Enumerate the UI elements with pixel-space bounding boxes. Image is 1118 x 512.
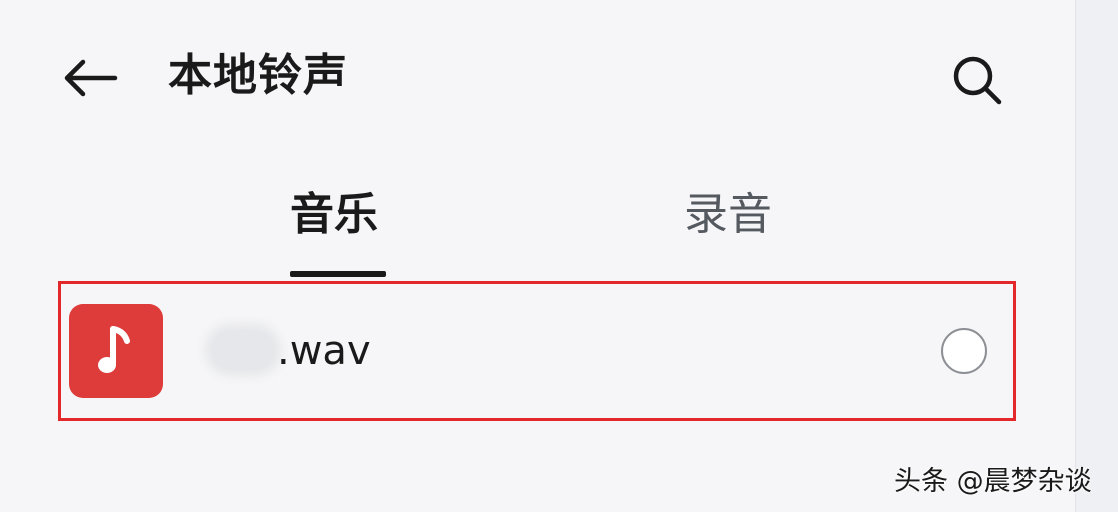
ringtone-file-icon <box>69 304 163 398</box>
back-button[interactable] <box>58 52 122 104</box>
tab-music[interactable]: 音乐 <box>290 186 378 244</box>
ringtone-list-item[interactable]: .wav <box>58 281 1016 421</box>
tab-recording[interactable]: 录音 <box>684 186 772 244</box>
file-extension: .wav <box>277 328 371 374</box>
page-edge-strip <box>1075 0 1118 512</box>
search-icon <box>953 56 1002 105</box>
select-radio-button[interactable] <box>941 328 987 374</box>
watermark: 头条 @晨梦杂谈 <box>894 466 1092 497</box>
arrow-left-icon <box>64 59 118 97</box>
page-title: 本地铃声 <box>168 50 348 101</box>
search-button[interactable] <box>946 50 1008 110</box>
music-note-icon <box>98 326 130 373</box>
blurred-filename-mask <box>211 330 275 370</box>
ringtone-file-name: .wav <box>211 326 371 376</box>
active-tab-indicator <box>290 271 386 277</box>
